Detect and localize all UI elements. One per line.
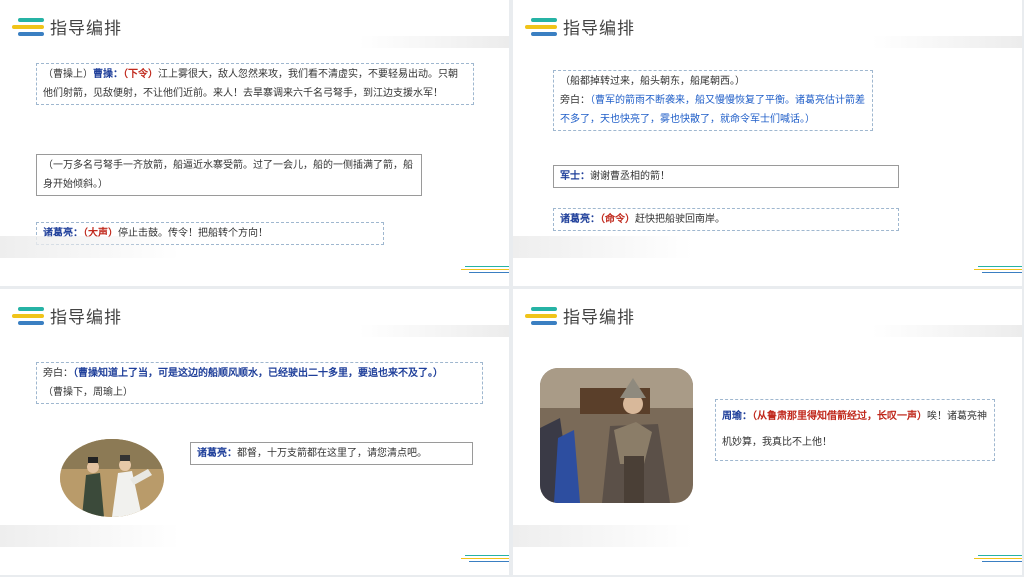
dialogue-box-caocao: （曹操上）曹操：（下令）江上雾很大，敌人忽然来攻，我们看不清虚实，不要轻易出动。… [36,63,474,105]
narration-box: （船都掉转过来，船头朝东，船尾朝西。） 旁白：（曹军的箭雨不断袭来，船又慢慢恢复… [553,70,873,131]
logo-stripes-icon [8,16,48,38]
slide-1: 指导编排 （曹操上）曹操：（下令）江上雾很大，敌人忽然来攻，我们看不清虚实，不要… [0,0,509,286]
scene-photo-zhugeliang [60,439,164,517]
narration-text: （曹军的箭雨不断袭来，船又慢慢恢复了平衡。诸葛亮估计箭差不多了，天也快亮了，雾也… [560,95,865,125]
logo-stripes-icon [521,305,561,327]
narrator-label: 旁白： [560,95,590,106]
tone-direction: （命令） [600,214,635,225]
header-shade [359,36,509,48]
slide-3: 指导编排 旁白：（曹操知道上了当，可是这边的船顺风顺水，已经驶出二十多里，要追也… [0,289,509,575]
stage-direction: （曹操下，周瑜上） [43,387,133,398]
narration-text: （曹操知道上了当，可是这边的船顺风顺水，已经驶出二十多里，要追也来不及了。） [73,368,443,379]
narrator-label: 旁白： [43,368,73,379]
slide-title: 指导编排 [50,308,122,328]
slide-4: 指导编排 周瑜：（从鲁肃那里得知借箭经过，长叹一声）唉！诸葛亮神机妙算，我真比不… [513,289,1022,575]
dialogue-box-zhugeliang: 诸葛亮：（命令）赶快把船驶回南岸。 [553,208,899,231]
stage-direction-box: （一万多名弓弩手一齐放箭，船逼近水寨受箭。过了一会儿，船的一侧插满了箭，船身开始… [36,154,422,196]
narration-box: 旁白：（曹操知道上了当，可是这边的船顺风顺水，已经驶出二十多里，要追也来不及了。… [36,362,483,404]
footer-lines [461,555,509,563]
dialogue-text: 都督，十万支箭都在这里了，请您清点吧。 [237,448,427,459]
footer-shade [513,236,693,258]
footer-lines [974,555,1022,563]
tone-direction: （下令） [123,69,158,80]
header-shade [872,36,1022,48]
logo-stripes-icon [8,305,48,327]
slide-title: 指导编排 [563,308,635,328]
header-shade [872,325,1022,337]
footer-shade [0,236,180,258]
tone-direction: （从鲁肃那里得知借箭经过，长叹一声） [752,411,927,422]
dialogue-text: 谢谢曹丞相的箭！ [590,171,670,182]
slide-title: 指导编排 [563,19,635,39]
slide-title: 指导编排 [50,19,122,39]
dialogue-box-zhouyu: 周瑜：（从鲁肃那里得知借箭经过，长叹一声）唉！诸葛亮神机妙算，我真比不上他！ [715,399,995,461]
footer-lines [974,266,1022,274]
stage-direction-text: （一万多名弓弩手一齐放箭，船逼近水寨受箭。过了一会儿，船的一侧插满了箭，船身开始… [43,160,413,190]
dialogue-box-zhugeliang: 诸葛亮：都督，十万支箭都在这里了，请您清点吧。 [190,442,473,465]
footer-shade [513,525,693,547]
stage-direction: （曹操上） [43,69,93,80]
stage-direction: （船都掉转过来，船头朝东，船尾朝西。） [560,76,745,87]
speaker-name: 诸葛亮： [560,214,600,225]
speaker-name: 诸葛亮： [197,448,237,459]
speaker-name: 曹操： [93,69,123,80]
speaker-name: 军士： [560,171,590,182]
scene-photo-zhouyu [540,368,693,503]
footer-lines [461,266,509,274]
dialogue-text: 赶快把船驶回南岸。 [635,214,725,225]
footer-shade [0,525,180,547]
dialogue-box-soldiers: 军士：谢谢曹丞相的箭！ [553,165,899,188]
speaker-name: 周瑜： [722,411,752,422]
logo-stripes-icon [521,16,561,38]
slide-2: 指导编排 （船都掉转过来，船头朝东，船尾朝西。） 旁白：（曹军的箭雨不断袭来，船… [513,0,1022,286]
header-shade [359,325,509,337]
